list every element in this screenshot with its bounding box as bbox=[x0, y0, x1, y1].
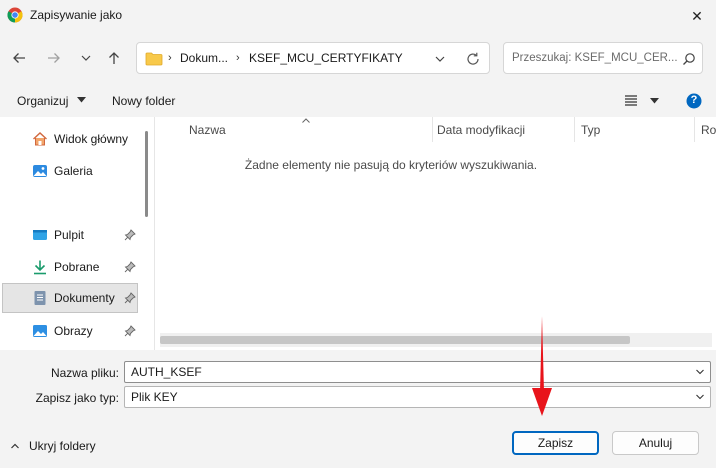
column-header-size[interactable]: Roz bbox=[695, 117, 716, 142]
arrow-right-icon bbox=[48, 53, 60, 63]
filename-value: AUTH_KSEF bbox=[131, 365, 202, 379]
sidebar-item-pictures[interactable]: Obrazy bbox=[2, 316, 138, 346]
pictures-icon bbox=[33, 325, 47, 337]
empty-folder-message: Żadne elementy nie pasują do kryteriów w… bbox=[244, 158, 538, 172]
navigation-pane: Widok główny Galeria Pulpit Pobrane Doku… bbox=[0, 117, 155, 350]
caret-down-icon bbox=[650, 98, 660, 104]
forward-button[interactable] bbox=[44, 48, 64, 68]
pin-icon[interactable] bbox=[124, 229, 136, 241]
navigation-bar: › Dokum... › KSEF_MCU_CERTYFIKATY Przesz… bbox=[0, 36, 716, 80]
back-button[interactable] bbox=[9, 48, 29, 68]
window-title: Zapisywanie jako bbox=[30, 8, 123, 22]
column-header-label: Nazwa bbox=[189, 123, 226, 137]
close-icon: ✕ bbox=[691, 7, 703, 24]
home-icon bbox=[33, 132, 47, 146]
arrow-left-icon bbox=[13, 53, 25, 63]
address-history-chevron-icon[interactable] bbox=[433, 52, 447, 66]
sidebar-item-desktop[interactable]: Pulpit bbox=[2, 220, 138, 250]
filename-field[interactable]: AUTH_KSEF bbox=[124, 361, 711, 383]
cancel-button[interactable]: Anuluj bbox=[612, 431, 699, 455]
breadcrumb-separator: › bbox=[236, 52, 240, 64]
search-placeholder: Przeszukaj: KSEF_MCU_CER... bbox=[512, 52, 678, 64]
column-header-label: Data modyfikacji bbox=[437, 123, 526, 137]
sidebar-scrollbar[interactable] bbox=[145, 131, 148, 217]
chevron-down-icon[interactable] bbox=[695, 367, 705, 377]
organize-label: Organizuj bbox=[17, 94, 69, 108]
pin-icon[interactable] bbox=[124, 325, 136, 337]
sort-ascending-icon bbox=[302, 118, 310, 123]
organize-button[interactable]: Organizuj bbox=[17, 94, 86, 108]
sidebar-item-label: Pulpit bbox=[54, 228, 85, 242]
help-button[interactable]: ? bbox=[686, 93, 702, 112]
chevron-up-icon bbox=[11, 443, 19, 449]
content-area: Widok główny Galeria Pulpit Pobrane Doku… bbox=[0, 117, 716, 350]
sidebar-item-label: Widok główny bbox=[54, 132, 129, 146]
breadcrumb-separator: › bbox=[168, 52, 172, 64]
breadcrumb-current-folder[interactable]: KSEF_MCU_CERTYFIKATY bbox=[249, 51, 403, 65]
up-folder-button[interactable] bbox=[104, 48, 124, 68]
filename-label: Nazwa pliku: bbox=[50, 366, 119, 380]
horizontal-scrollbar[interactable] bbox=[160, 333, 712, 347]
filetype-value: Plik KEY bbox=[131, 390, 178, 404]
column-header-label: Typ bbox=[581, 123, 601, 137]
column-header-type[interactable]: Typ bbox=[575, 117, 695, 142]
chevron-down-icon[interactable] bbox=[695, 392, 705, 402]
sidebar-item-label: Galeria bbox=[54, 164, 93, 178]
scrollbar-thumb[interactable] bbox=[160, 336, 630, 344]
view-options-button[interactable] bbox=[624, 94, 660, 109]
title-bar: Zapisywanie jako ✕ bbox=[0, 0, 716, 32]
pin-icon[interactable] bbox=[124, 292, 136, 304]
download-icon bbox=[34, 260, 46, 275]
filetype-select[interactable]: Plik KEY bbox=[124, 386, 711, 408]
save-button[interactable]: Zapisz bbox=[512, 431, 599, 455]
search-icon bbox=[683, 53, 695, 65]
new-folder-label: Nowy folder bbox=[112, 94, 176, 108]
sidebar-item-label: Obrazy bbox=[54, 324, 93, 338]
list-view-icon bbox=[625, 95, 637, 106]
gallery-icon bbox=[33, 165, 47, 177]
caret-down-icon bbox=[76, 97, 86, 103]
hide-folders-label: Ukryj foldery bbox=[29, 439, 96, 453]
column-header-name[interactable]: Nazwa bbox=[183, 117, 433, 142]
command-bar: Organizuj Nowy folder ? bbox=[0, 86, 716, 116]
refresh-icon[interactable] bbox=[465, 51, 481, 67]
desktop-icon bbox=[33, 230, 47, 240]
chevron-down-icon bbox=[81, 55, 91, 61]
address-bar[interactable]: › Dokum... › KSEF_MCU_CERTYFIKATY bbox=[136, 42, 490, 74]
breadcrumb-documents[interactable]: Dokum... bbox=[180, 51, 228, 65]
filetype-label: Zapisz jako typ: bbox=[35, 391, 119, 405]
file-list-pane: Nazwa Data modyfikacji Typ Roz Żadne ele… bbox=[156, 117, 716, 350]
red-annotation-arrow-icon bbox=[532, 316, 552, 416]
sidebar-item-label: Pobrane bbox=[54, 260, 100, 274]
search-input[interactable]: Przeszukaj: KSEF_MCU_CER... bbox=[503, 42, 703, 74]
column-header-date-modified[interactable]: Data modyfikacji bbox=[431, 117, 575, 142]
help-glyph: ? bbox=[690, 94, 698, 106]
column-header-label: Roz bbox=[701, 123, 716, 137]
folder-icon bbox=[145, 52, 163, 66]
sidebar-item-label: Dokumenty bbox=[54, 291, 115, 305]
chrome-logo-icon bbox=[7, 7, 23, 23]
sidebar-item-documents[interactable]: Dokumenty bbox=[2, 283, 138, 313]
recent-locations-button[interactable] bbox=[76, 48, 96, 68]
arrow-up-icon bbox=[109, 52, 119, 64]
sidebar-item-gallery[interactable]: Galeria bbox=[2, 156, 138, 186]
new-folder-button[interactable]: Nowy folder bbox=[112, 94, 175, 108]
sidebar-item-home[interactable]: Widok główny bbox=[2, 124, 138, 154]
pin-icon[interactable] bbox=[124, 261, 136, 273]
documents-icon bbox=[34, 291, 46, 305]
close-button[interactable]: ✕ bbox=[686, 5, 708, 27]
sidebar-item-downloads[interactable]: Pobrane bbox=[2, 252, 138, 282]
